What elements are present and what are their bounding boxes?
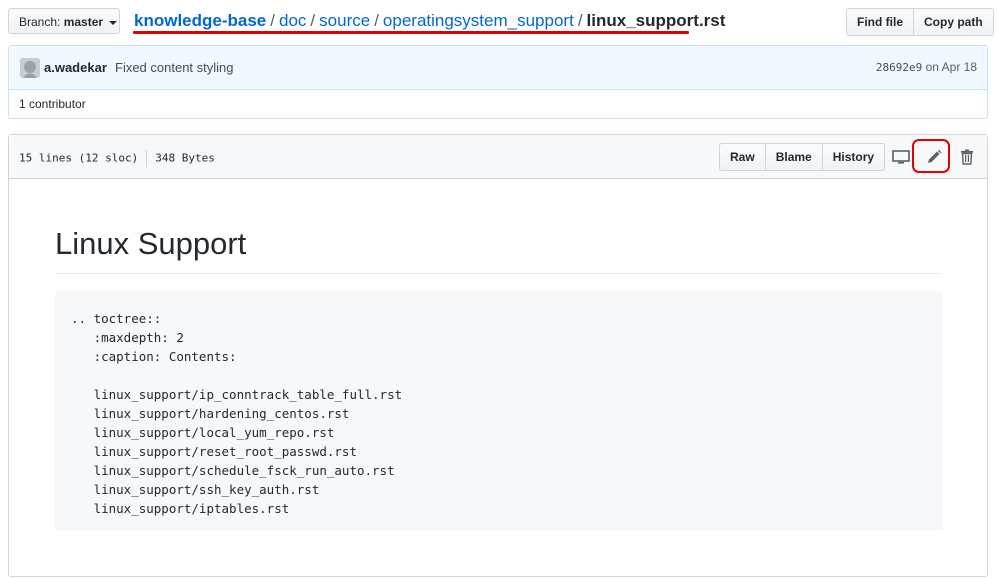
title-divider (55, 273, 941, 274)
commit-sha-link[interactable]: 28692e9 (876, 61, 922, 74)
commit-meta: 28692e9 on Apr 18 (876, 60, 977, 74)
history-button[interactable]: History (822, 143, 886, 171)
breadcrumb-separator: / (577, 11, 583, 30)
code-content: .. toctree:: :maxdepth: 2 :caption: Cont… (71, 311, 403, 516)
contributors-count[interactable]: 1 contributor (19, 97, 86, 111)
branch-name: master (63, 15, 104, 29)
trash-icon[interactable] (955, 145, 979, 169)
commit-author-link[interactable]: a.wadekar (44, 60, 107, 75)
branch-selector-button[interactable]: Branch: master (8, 8, 120, 34)
file-viewer: 15 lines (12 sloc) 348 Bytes Raw Blame Hi… (8, 134, 988, 577)
file-header: 15 lines (12 sloc) 348 Bytes Raw Blame Hi… (9, 135, 987, 179)
find-file-button[interactable]: Find file (846, 8, 914, 36)
file-action-buttons: Raw Blame History (719, 143, 886, 171)
commit-tease: a.wadekar Fixed content styling 28692e9 … (8, 45, 988, 119)
avatar[interactable] (20, 58, 40, 78)
breadcrumb-link-source[interactable]: source (319, 11, 370, 30)
blame-button[interactable]: Blame (765, 143, 823, 171)
file-line-count: 15 lines (12 sloc) (19, 151, 139, 165)
breadcrumb-link-operatingsystem-support[interactable]: operatingsystem_support (383, 11, 574, 30)
readme-title: Linux Support (55, 226, 247, 261)
file-info: 15 lines (12 sloc) 348 Bytes (19, 150, 215, 167)
breadcrumb: knowledge-base / doc / source / operatingsyste… (134, 10, 725, 32)
breadcrumb-link-doc[interactable]: doc (279, 11, 306, 30)
breadcrumb-separator: / (374, 11, 379, 30)
annotation-underline (133, 31, 689, 34)
breadcrumb-separator: / (310, 11, 316, 30)
avatar-icon (20, 58, 40, 78)
branch-prefix: Branch: (19, 15, 61, 29)
file-info-divider (146, 150, 148, 167)
raw-button[interactable]: Raw (719, 143, 766, 171)
pencil-icon[interactable] (922, 145, 946, 169)
copy-path-button[interactable]: Copy path (914, 8, 994, 36)
commit-date: on Apr 18 (925, 60, 977, 74)
file-navigation-buttons: Find file Copy path (846, 8, 994, 36)
breadcrumb-root-link[interactable]: knowledge-base (134, 11, 266, 30)
commit-message-link[interactable]: Fixed content styling (115, 60, 234, 75)
breadcrumb-current-file: linux_support.rst (586, 11, 726, 30)
caret-down-icon (109, 20, 118, 25)
latest-commit-row: a.wadekar Fixed content styling 28692e9 … (9, 46, 987, 90)
code-block: .. toctree:: :maxdepth: 2 :caption: Cont… (55, 291, 943, 531)
desktop-icon[interactable] (889, 145, 913, 169)
file-size: 348 Bytes (155, 151, 215, 165)
breadcrumb-separator: / (270, 11, 275, 30)
